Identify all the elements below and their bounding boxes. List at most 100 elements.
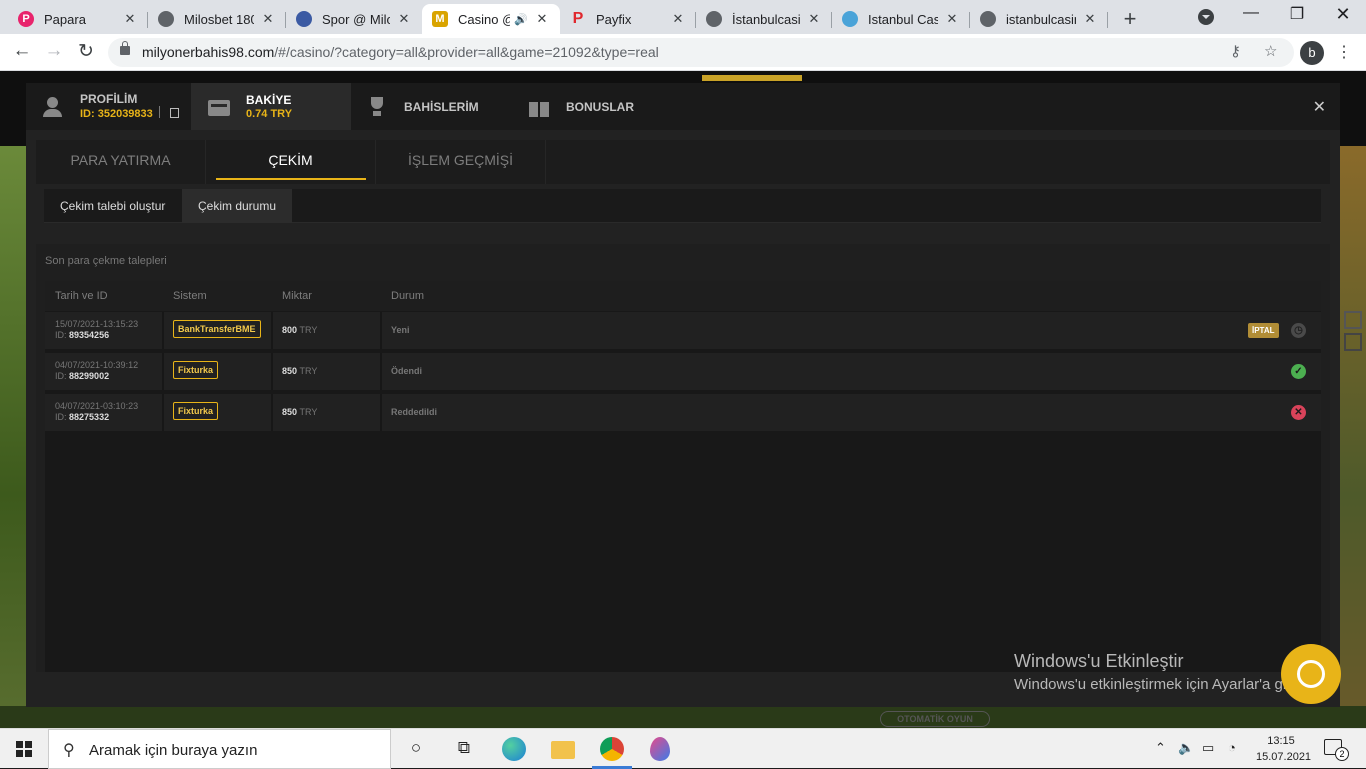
close-tab-icon[interactable]: ✕ [806, 11, 822, 27]
search-icon: ⚲ [63, 742, 75, 759]
tab-balance[interactable]: BAKİYE 0.74 TRY [191, 83, 351, 130]
browser-tab[interactable]: P Papara ✕ [8, 4, 148, 34]
request-id: 88275332 [69, 412, 110, 422]
tab-bonuses[interactable]: BONUSLAR [528, 83, 668, 130]
close-tab-icon[interactable]: ✕ [670, 11, 686, 27]
notification-center-icon[interactable]: 2 [1324, 739, 1349, 761]
globe-favicon-icon [706, 11, 722, 27]
amount-value: 850 [282, 407, 298, 417]
modal-header: PROFİLİM ID: 352039833 BAKİYE 0.74 TRY B… [26, 83, 1340, 130]
new-tab-button[interactable]: + [1118, 6, 1142, 32]
istanbul-favicon-icon [842, 11, 858, 27]
battery-icon[interactable]: ▭ [1202, 740, 1214, 756]
request-date: 15/07/2021-13:15:23 [55, 319, 139, 329]
close-tab-icon[interactable]: ✕ [534, 11, 550, 27]
minimize-button[interactable]: — [1228, 4, 1274, 22]
cancel-button[interactable]: İPTAL [1248, 323, 1279, 338]
create-withdraw-request-button[interactable]: Çekim talebi oluştur [44, 189, 181, 223]
taskbar-search[interactable]: ⚲ Aramak için buraya yazın [48, 729, 391, 769]
close-tab-icon[interactable]: ✕ [260, 11, 276, 27]
auto-play-button[interactable]: OTOMATİK OYUN [880, 711, 990, 727]
task-view-icon[interactable]: ⧉ [452, 738, 476, 760]
browser-tab-active[interactable]: M Casino @ 🔊 ✕ [422, 4, 560, 34]
activation-watermark-title: Windows'u Etkinleştir [1014, 651, 1184, 671]
tab-bets[interactable]: BAHİSLERİM [366, 83, 516, 130]
key-icon[interactable]: ⚷ [1230, 42, 1241, 60]
file-explorer-icon[interactable] [551, 741, 575, 759]
browser-tab[interactable]: İstanbulcasino ✕ [696, 4, 832, 34]
tab-withdraw[interactable]: ÇEKİM [206, 140, 376, 184]
browser-tab[interactable]: Spor @ Milos ✕ [286, 4, 422, 34]
amount-value: 800 [282, 325, 298, 335]
browser-tab[interactable]: Milosbet 180 ✕ [148, 4, 286, 34]
close-tab-icon[interactable]: ✕ [122, 11, 138, 27]
lock-icon[interactable] [120, 41, 130, 55]
browser-tab-bar: P Papara ✕ Milosbet 180 ✕ Spor @ Milos ✕… [0, 0, 1366, 34]
withdraw-status-panel: Son para çekme talepleri Tarih ve ID Sis… [36, 244, 1330, 672]
cortana-icon[interactable]: ○ [404, 738, 428, 760]
tab-history[interactable]: İŞLEM GEÇMİŞİ [376, 140, 546, 184]
browser-tab[interactable]: Istanbul Casin ✕ [832, 4, 970, 34]
speaker-icon[interactable]: 🔊 [514, 13, 528, 26]
account-modal: PROFİLİM ID: 352039833 BAKİYE 0.74 TRY B… [26, 83, 1340, 707]
live-chat-button[interactable] [1281, 644, 1341, 704]
close-tab-icon[interactable]: ✕ [944, 11, 960, 27]
request-date: 04/07/2021-10:39:12 [55, 360, 139, 370]
close-tab-icon[interactable]: ✕ [396, 11, 412, 27]
table-row: 04/07/2021-10:39:12 ID: 88299002 Fixturka… [45, 353, 1321, 390]
payment-system-badge: BankTransferBME [173, 320, 261, 338]
balance-label: BAKİYE [246, 92, 292, 107]
column-date: Tarih ve ID [55, 290, 108, 302]
withdraw-status-button[interactable]: Çekim durumu [182, 189, 293, 223]
browser-tab[interactable]: P Payfix ✕ [560, 4, 696, 34]
app-drop-icon[interactable] [650, 737, 670, 761]
side-toolbar-icon[interactable] [1344, 333, 1362, 351]
currency: TRY [299, 366, 318, 376]
windows-start-icon[interactable] [16, 741, 32, 757]
request-id: 88299002 [69, 371, 110, 381]
restore-button[interactable]: ❐ [1274, 4, 1320, 24]
close-icon[interactable]: ✕ [1313, 97, 1326, 117]
payment-system-badge: Fixturka [173, 361, 219, 379]
menu-icon[interactable]: ⋮ [1336, 42, 1352, 62]
check-icon: ✓ [1291, 364, 1306, 379]
wifi-icon[interactable]: ◔ [1228, 740, 1236, 755]
edge-icon[interactable] [502, 737, 526, 761]
cross-icon: ✕ [1291, 405, 1306, 420]
profile-avatar[interactable]: b [1300, 41, 1324, 65]
side-toolbar-icon[interactable] [1344, 311, 1362, 329]
tab-deposit[interactable]: PARA YATIRMA [36, 140, 206, 184]
clock-icon: ◷ [1291, 323, 1306, 338]
page: OTOMATİK OYUN PROFİLİM ID: 352039833 BAK… [0, 71, 1366, 728]
volume-icon[interactable]: 🔈 [1178, 740, 1194, 756]
casino-favicon-icon: M [432, 11, 448, 27]
status-text: Yeni [391, 325, 410, 335]
tab-profile[interactable]: PROFİLİM ID: 352039833 [42, 83, 212, 130]
url-host: milyonerbahis98.com [142, 44, 275, 60]
background-art [1340, 146, 1366, 728]
address-bar[interactable]: milyonerbahis98.com/#/casino/?category=a… [108, 38, 1294, 67]
amount-value: 850 [282, 366, 298, 376]
wallet-icon [208, 99, 230, 116]
tab-search-icon[interactable] [1198, 9, 1214, 25]
forward-button[interactable]: → [42, 40, 66, 62]
star-icon[interactable]: ☆ [1264, 42, 1277, 60]
back-button[interactable]: ← [10, 40, 34, 62]
balance-value: 0.74 TRY [246, 107, 293, 120]
chrome-icon[interactable] [600, 737, 624, 761]
column-amount: Miktar [282, 290, 312, 302]
copy-icon[interactable] [169, 108, 179, 118]
browser-tab[interactable]: istanbulcasino ✕ [970, 4, 1108, 34]
profile-id: ID: 352039833 [80, 108, 153, 120]
close-tab-icon[interactable]: ✕ [1082, 11, 1098, 27]
system-clock[interactable]: 13:15 15.07.2021 [1256, 733, 1311, 765]
search-placeholder: Aramak için buraya yazın [89, 742, 258, 759]
close-window-button[interactable]: ✕ [1320, 4, 1366, 25]
currency: TRY [299, 325, 318, 335]
url-path: /#/casino/?category=all&provider=all&gam… [274, 44, 659, 60]
tray-chevron-icon[interactable]: ⌃ [1155, 740, 1166, 756]
windows-taskbar: ⚲ Aramak için buraya yazın ○ ⧉ ⌃ 🔈 ▭ ◔ 1… [0, 728, 1366, 769]
reload-button[interactable]: ↻ [74, 40, 98, 63]
notification-count: 2 [1335, 747, 1349, 761]
user-icon [42, 96, 64, 117]
